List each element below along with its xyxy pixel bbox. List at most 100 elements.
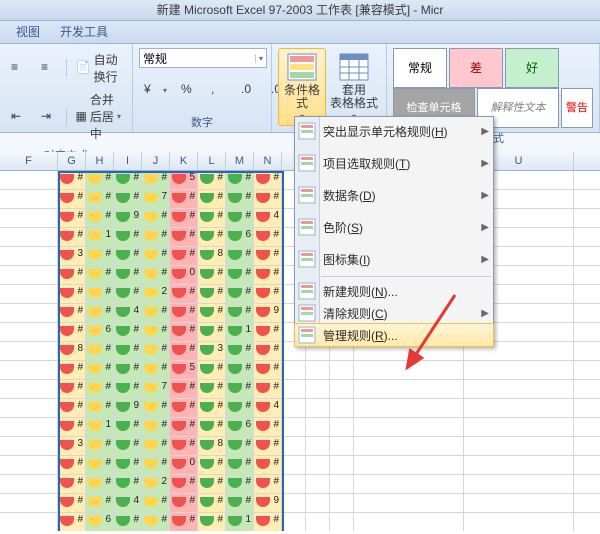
cell[interactable]: #	[170, 190, 198, 208]
percent-btn[interactable]: %	[176, 79, 202, 101]
cell[interactable]: #	[58, 209, 86, 227]
cell[interactable]	[0, 190, 58, 208]
cell[interactable]: #	[170, 323, 198, 341]
cell[interactable]	[354, 399, 464, 417]
cell[interactable]: #	[226, 437, 254, 455]
cell[interactable]: #	[142, 171, 170, 189]
cell[interactable]	[0, 304, 58, 322]
cell[interactable]: #	[198, 190, 226, 208]
cell[interactable]	[306, 361, 330, 379]
cell[interactable]: #	[86, 494, 114, 512]
cell[interactable]: #	[198, 494, 226, 512]
cell[interactable]	[282, 380, 306, 398]
tab-view[interactable]: 视图	[6, 20, 50, 43]
menu-item[interactable]: 数据条(D)▶	[295, 181, 493, 209]
comma-btn[interactable]: ,	[206, 79, 232, 101]
cell[interactable]: #	[170, 494, 198, 512]
cell[interactable]	[306, 494, 330, 512]
cell[interactable]	[0, 342, 58, 360]
cell[interactable]: #	[226, 399, 254, 417]
cell[interactable]: #	[114, 171, 142, 189]
cell[interactable]: #	[86, 190, 114, 208]
cell[interactable]	[354, 494, 464, 512]
cell[interactable]: #	[142, 456, 170, 474]
currency-btn[interactable]: ¥▾	[139, 79, 172, 101]
cell[interactable]: #	[254, 380, 282, 398]
cell[interactable]	[464, 399, 574, 417]
cell[interactable]	[282, 475, 306, 493]
cell[interactable]: #	[114, 456, 142, 474]
cell[interactable]: 6	[226, 228, 254, 246]
cell[interactable]: #	[170, 342, 198, 360]
cell[interactable]: #	[58, 190, 86, 208]
cell[interactable]: #	[86, 342, 114, 360]
cell[interactable]: #	[114, 266, 142, 284]
cell[interactable]: #	[254, 361, 282, 379]
cell[interactable]: #	[226, 494, 254, 512]
style-good[interactable]: 好	[505, 48, 559, 88]
cell[interactable]: #	[254, 513, 282, 531]
align-mid-btn[interactable]: ≡	[36, 57, 62, 79]
cell[interactable]: #	[142, 342, 170, 360]
col-header[interactable]: L	[198, 152, 226, 170]
cell[interactable]: #	[170, 228, 198, 246]
cell[interactable]: #	[142, 418, 170, 436]
menu-item[interactable]: 管理规则(R)...	[295, 324, 493, 346]
cell[interactable]: #	[226, 247, 254, 265]
cell[interactable]	[330, 437, 354, 455]
cell[interactable]	[306, 380, 330, 398]
cell[interactable]: #	[58, 399, 86, 417]
cell[interactable]: #	[254, 437, 282, 455]
cell[interactable]: #	[226, 171, 254, 189]
cell[interactable]: #	[254, 171, 282, 189]
col-header[interactable]: F	[0, 152, 58, 170]
cell[interactable]: 9	[254, 304, 282, 322]
cell[interactable]: #	[170, 513, 198, 531]
cell[interactable]: 8	[198, 247, 226, 265]
cell[interactable]: #	[142, 228, 170, 246]
cell[interactable]	[464, 380, 574, 398]
cell[interactable]: #	[86, 285, 114, 303]
cell[interactable]	[0, 266, 58, 284]
cell[interactable]	[330, 494, 354, 512]
indent-inc-btn[interactable]: ⇥	[36, 106, 62, 128]
cell[interactable]: #	[58, 494, 86, 512]
col-header[interactable]: J	[142, 152, 170, 170]
cell[interactable]	[330, 513, 354, 531]
cell[interactable]: #	[198, 323, 226, 341]
cell[interactable]: 6	[226, 418, 254, 436]
cell[interactable]	[282, 513, 306, 531]
cell[interactable]	[0, 418, 58, 436]
cell[interactable]: #	[198, 513, 226, 531]
cell[interactable]	[0, 171, 58, 189]
cell[interactable]: #	[142, 247, 170, 265]
cell[interactable]	[354, 361, 464, 379]
cell[interactable]: #	[198, 266, 226, 284]
cell[interactable]	[306, 475, 330, 493]
cell[interactable]	[0, 475, 58, 493]
cell[interactable]	[306, 399, 330, 417]
cell[interactable]: #	[114, 342, 142, 360]
cell[interactable]	[330, 380, 354, 398]
menu-item[interactable]: 清除规则(C)▶	[295, 302, 493, 324]
cell[interactable]	[354, 437, 464, 455]
cell[interactable]: #	[86, 361, 114, 379]
cell[interactable]: 3	[58, 437, 86, 455]
cell[interactable]: #	[170, 418, 198, 436]
cell[interactable]: #	[114, 228, 142, 246]
cell[interactable]: #	[58, 323, 86, 341]
cell[interactable]: #	[142, 513, 170, 531]
cell[interactable]	[282, 361, 306, 379]
cell[interactable]: #	[114, 513, 142, 531]
cell[interactable]: #	[170, 209, 198, 227]
cell[interactable]: 4	[114, 304, 142, 322]
inc-decimal-btn[interactable]: .0	[236, 79, 262, 101]
cell[interactable]: #	[226, 342, 254, 360]
col-header[interactable]: H	[86, 152, 114, 170]
cell[interactable]: #	[254, 342, 282, 360]
cell[interactable]	[464, 418, 574, 436]
cell[interactable]	[0, 285, 58, 303]
cell[interactable]	[330, 418, 354, 436]
menu-item[interactable]: 图标集(I)▶	[295, 245, 493, 273]
style-bad[interactable]: 差	[449, 48, 503, 88]
